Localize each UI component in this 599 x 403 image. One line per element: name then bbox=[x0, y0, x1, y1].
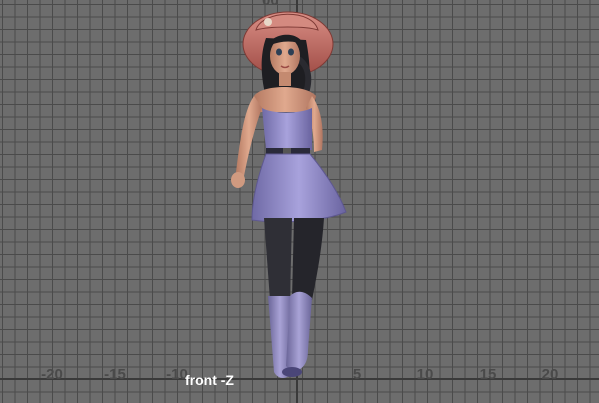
belt-buckle bbox=[283, 148, 291, 154]
boot-sole bbox=[282, 367, 302, 377]
left-arm bbox=[236, 96, 262, 176]
left-leg bbox=[264, 218, 292, 300]
right-eye bbox=[288, 48, 294, 56]
character-model[interactable] bbox=[0, 0, 599, 403]
right-boot bbox=[286, 291, 312, 372]
left-eye bbox=[276, 48, 282, 56]
neck bbox=[279, 72, 291, 86]
view-label: front -Z bbox=[185, 372, 234, 388]
left-hand bbox=[231, 172, 245, 188]
right-leg bbox=[292, 218, 324, 300]
front-viewport[interactable]: 00 -20 -15 -10 5 10 15 20 front -Z bbox=[0, 0, 599, 403]
dress-skirt bbox=[251, 153, 347, 223]
dress-bodice bbox=[262, 108, 312, 150]
hat-ornament bbox=[264, 18, 272, 26]
